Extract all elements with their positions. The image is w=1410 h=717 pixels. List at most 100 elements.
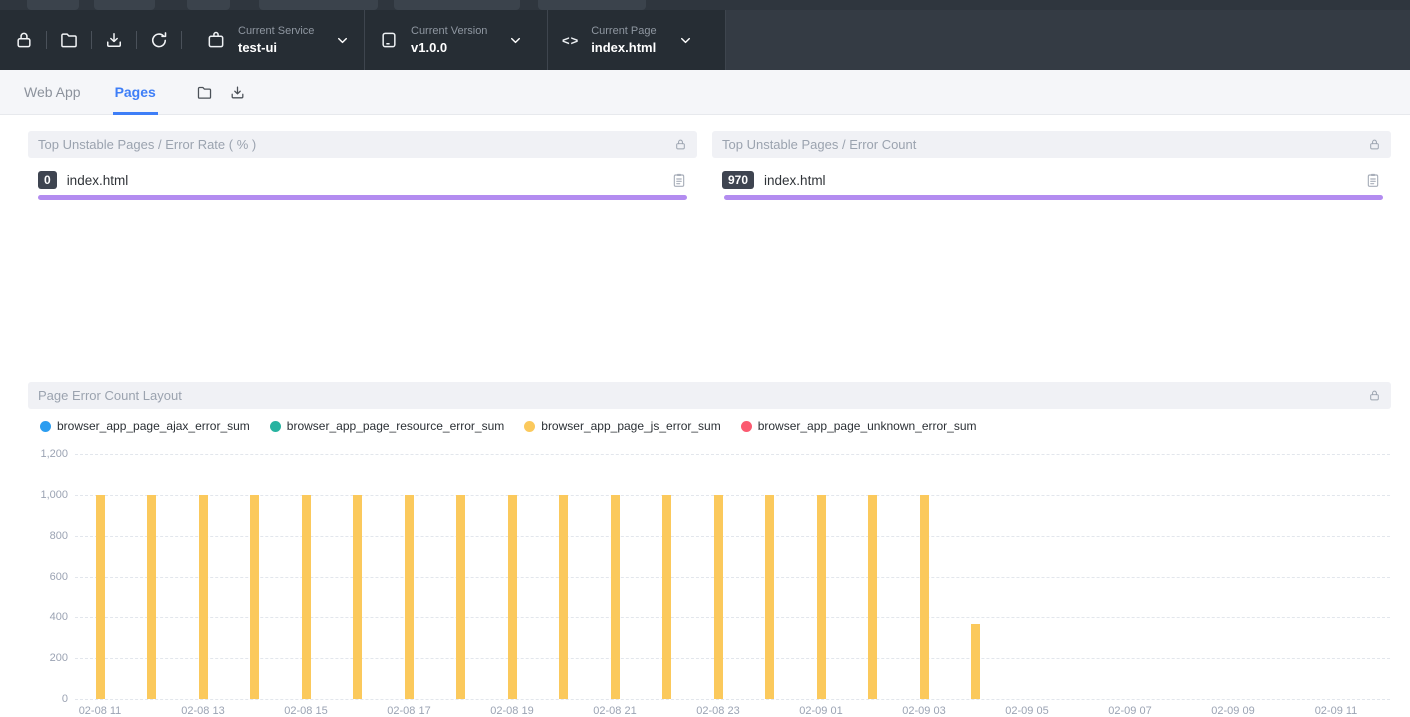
y-axis-tick-label: 200 xyxy=(0,651,68,665)
clipboard-icon[interactable] xyxy=(671,171,687,189)
card-error-rate-header: Top Unstable Pages / Error Rate ( % ) xyxy=(28,131,697,158)
download-icon[interactable] xyxy=(102,10,126,70)
folder-icon[interactable] xyxy=(196,84,213,101)
value-badge: 970 xyxy=(722,171,754,189)
x-axis-tick-label: 02-08 13 xyxy=(158,705,248,717)
y-axis-tick-label: 400 xyxy=(0,610,68,624)
selector-label: Current Service xyxy=(238,25,314,38)
gridline xyxy=(75,658,1390,659)
device-icon xyxy=(379,30,399,50)
refresh-icon[interactable] xyxy=(147,10,171,70)
chevron-down-icon xyxy=(336,34,349,47)
selector-value: test-ui xyxy=(238,40,314,56)
lock-icon[interactable] xyxy=(1368,138,1381,151)
lock-icon[interactable] xyxy=(674,138,687,151)
x-axis-tick-label: 02-09 11 xyxy=(1291,705,1381,717)
chart-legend: browser_app_page_ajax_error_sum browser_a… xyxy=(40,419,977,433)
clipped-button[interactable] xyxy=(94,0,155,10)
card-title: Top Unstable Pages / Error Count xyxy=(722,137,916,152)
top-clipped-button-strip xyxy=(0,0,1410,10)
clipped-button[interactable] xyxy=(259,0,378,10)
legend-dot-icon xyxy=(524,421,535,432)
card-error-count-header: Top Unstable Pages / Error Count xyxy=(712,131,1391,158)
legend-item-browser_app_page_unknown_error_sum[interactable]: browser_app_page_unknown_error_sum xyxy=(741,419,977,433)
bar-browser_app_page_js_error_sum-02-08 19[interactable] xyxy=(508,495,517,699)
chevron-down-icon xyxy=(679,34,692,47)
error-count-bar-chart[interactable]: 02004006008001,0001,20002-08 1102-08 130… xyxy=(0,445,1410,717)
current-service-selector[interactable]: Current Service test-ui xyxy=(192,10,364,70)
legend-label: browser_app_page_ajax_error_sum xyxy=(57,419,250,433)
error-rate-bar xyxy=(38,195,687,200)
bar-browser_app_page_js_error_sum-02-09 00[interactable] xyxy=(765,495,774,699)
gridline xyxy=(75,536,1390,537)
bar-browser_app_page_js_error_sum-02-08 22[interactable] xyxy=(662,495,671,699)
y-axis-tick-label: 1,000 xyxy=(0,488,68,502)
selector-label: Current Page xyxy=(591,25,656,38)
gridline xyxy=(75,495,1390,496)
toolbar-separator xyxy=(136,31,137,49)
y-axis-tick-label: 600 xyxy=(0,570,68,584)
bar-browser_app_page_js_error_sum-02-08 17[interactable] xyxy=(405,495,414,699)
selector-value: index.html xyxy=(591,40,656,56)
toolbox-icon xyxy=(206,30,226,50)
bar-browser_app_page_js_error_sum-02-09 04[interactable] xyxy=(971,624,980,699)
folder-icon[interactable] xyxy=(57,10,81,70)
clipped-button[interactable] xyxy=(27,0,79,10)
browser-toolbar: Current Service test-ui Current Version … xyxy=(0,10,1410,70)
tab-pages[interactable]: Pages xyxy=(115,70,156,115)
x-axis-tick-label: 02-09 09 xyxy=(1188,705,1278,717)
clipped-button[interactable] xyxy=(538,0,646,10)
legend-item-browser_app_page_resource_error_sum[interactable]: browser_app_page_resource_error_sum xyxy=(270,419,504,433)
tab-web-app[interactable]: Web App xyxy=(24,70,81,115)
toolbar-separator xyxy=(91,31,92,49)
toolbar-left-panel: Current Service test-ui Current Version … xyxy=(0,10,726,70)
bar-browser_app_page_js_error_sum-02-08 20[interactable] xyxy=(559,495,568,699)
clipped-button[interactable] xyxy=(394,0,520,10)
x-axis-tick-label: 02-09 03 xyxy=(879,705,969,717)
x-axis-tick-label: 02-08 23 xyxy=(673,705,763,717)
x-axis-tick-label: 02-08 15 xyxy=(261,705,351,717)
legend-label: browser_app_page_js_error_sum xyxy=(541,419,720,433)
bar-browser_app_page_js_error_sum-02-08 11[interactable] xyxy=(96,495,105,699)
legend-item-browser_app_page_ajax_error_sum[interactable]: browser_app_page_ajax_error_sum xyxy=(40,419,250,433)
bar-browser_app_page_js_error_sum-02-08 15[interactable] xyxy=(302,495,311,699)
download-icon[interactable] xyxy=(229,84,246,101)
bar-browser_app_page_js_error_sum-02-09 02[interactable] xyxy=(868,495,877,699)
legend-label: browser_app_page_unknown_error_sum xyxy=(758,419,977,433)
current-page-selector[interactable]: <> Current Page index.html xyxy=(548,10,718,70)
current-version-selector[interactable]: Current Version v1.0.0 xyxy=(365,10,547,70)
page-name: index.html xyxy=(764,173,1365,188)
clipped-button[interactable] xyxy=(187,0,230,10)
legend-label: browser_app_page_resource_error_sum xyxy=(287,419,504,433)
bar-browser_app_page_js_error_sum-02-08 14[interactable] xyxy=(250,495,259,699)
selector-label: Current Version xyxy=(411,25,487,38)
x-axis-tick-label: 02-09 01 xyxy=(776,705,866,717)
card-error-rate-row: 0 index.html xyxy=(28,168,697,192)
legend-item-browser_app_page_js_error_sum[interactable]: browser_app_page_js_error_sum xyxy=(524,419,720,433)
bar-browser_app_page_js_error_sum-02-08 13[interactable] xyxy=(199,495,208,699)
bar-browser_app_page_js_error_sum-02-08 23[interactable] xyxy=(714,495,723,699)
card-error-count-row: 970 index.html xyxy=(712,168,1391,192)
toolbar-separator xyxy=(46,31,47,49)
code-icon: <> xyxy=(562,33,579,48)
bar-browser_app_page_js_error_sum-02-09 03[interactable] xyxy=(920,495,929,699)
card-title: Page Error Count Layout xyxy=(38,388,182,403)
x-axis-tick-label: 02-08 19 xyxy=(467,705,557,717)
clipboard-icon[interactable] xyxy=(1365,171,1381,189)
bar-browser_app_page_js_error_sum-02-08 21[interactable] xyxy=(611,495,620,699)
value-badge: 0 xyxy=(38,171,57,189)
card-title: Top Unstable Pages / Error Rate ( % ) xyxy=(38,137,256,152)
legend-dot-icon xyxy=(741,421,752,432)
bar-browser_app_page_js_error_sum-02-08 12[interactable] xyxy=(147,495,156,699)
bar-browser_app_page_js_error_sum-02-08 18[interactable] xyxy=(456,495,465,699)
lock-icon[interactable] xyxy=(1368,389,1381,402)
lock-icon[interactable] xyxy=(12,10,36,70)
page-name: index.html xyxy=(67,173,671,188)
bar-browser_app_page_js_error_sum-02-09 01[interactable] xyxy=(817,495,826,699)
y-axis-tick-label: 800 xyxy=(0,529,68,543)
x-axis-tick-label: 02-09 07 xyxy=(1085,705,1175,717)
x-axis-tick-label: 02-08 21 xyxy=(570,705,660,717)
bar-browser_app_page_js_error_sum-02-08 16[interactable] xyxy=(353,495,362,699)
x-axis-tick-label: 02-08 17 xyxy=(364,705,454,717)
gridline xyxy=(75,617,1390,618)
